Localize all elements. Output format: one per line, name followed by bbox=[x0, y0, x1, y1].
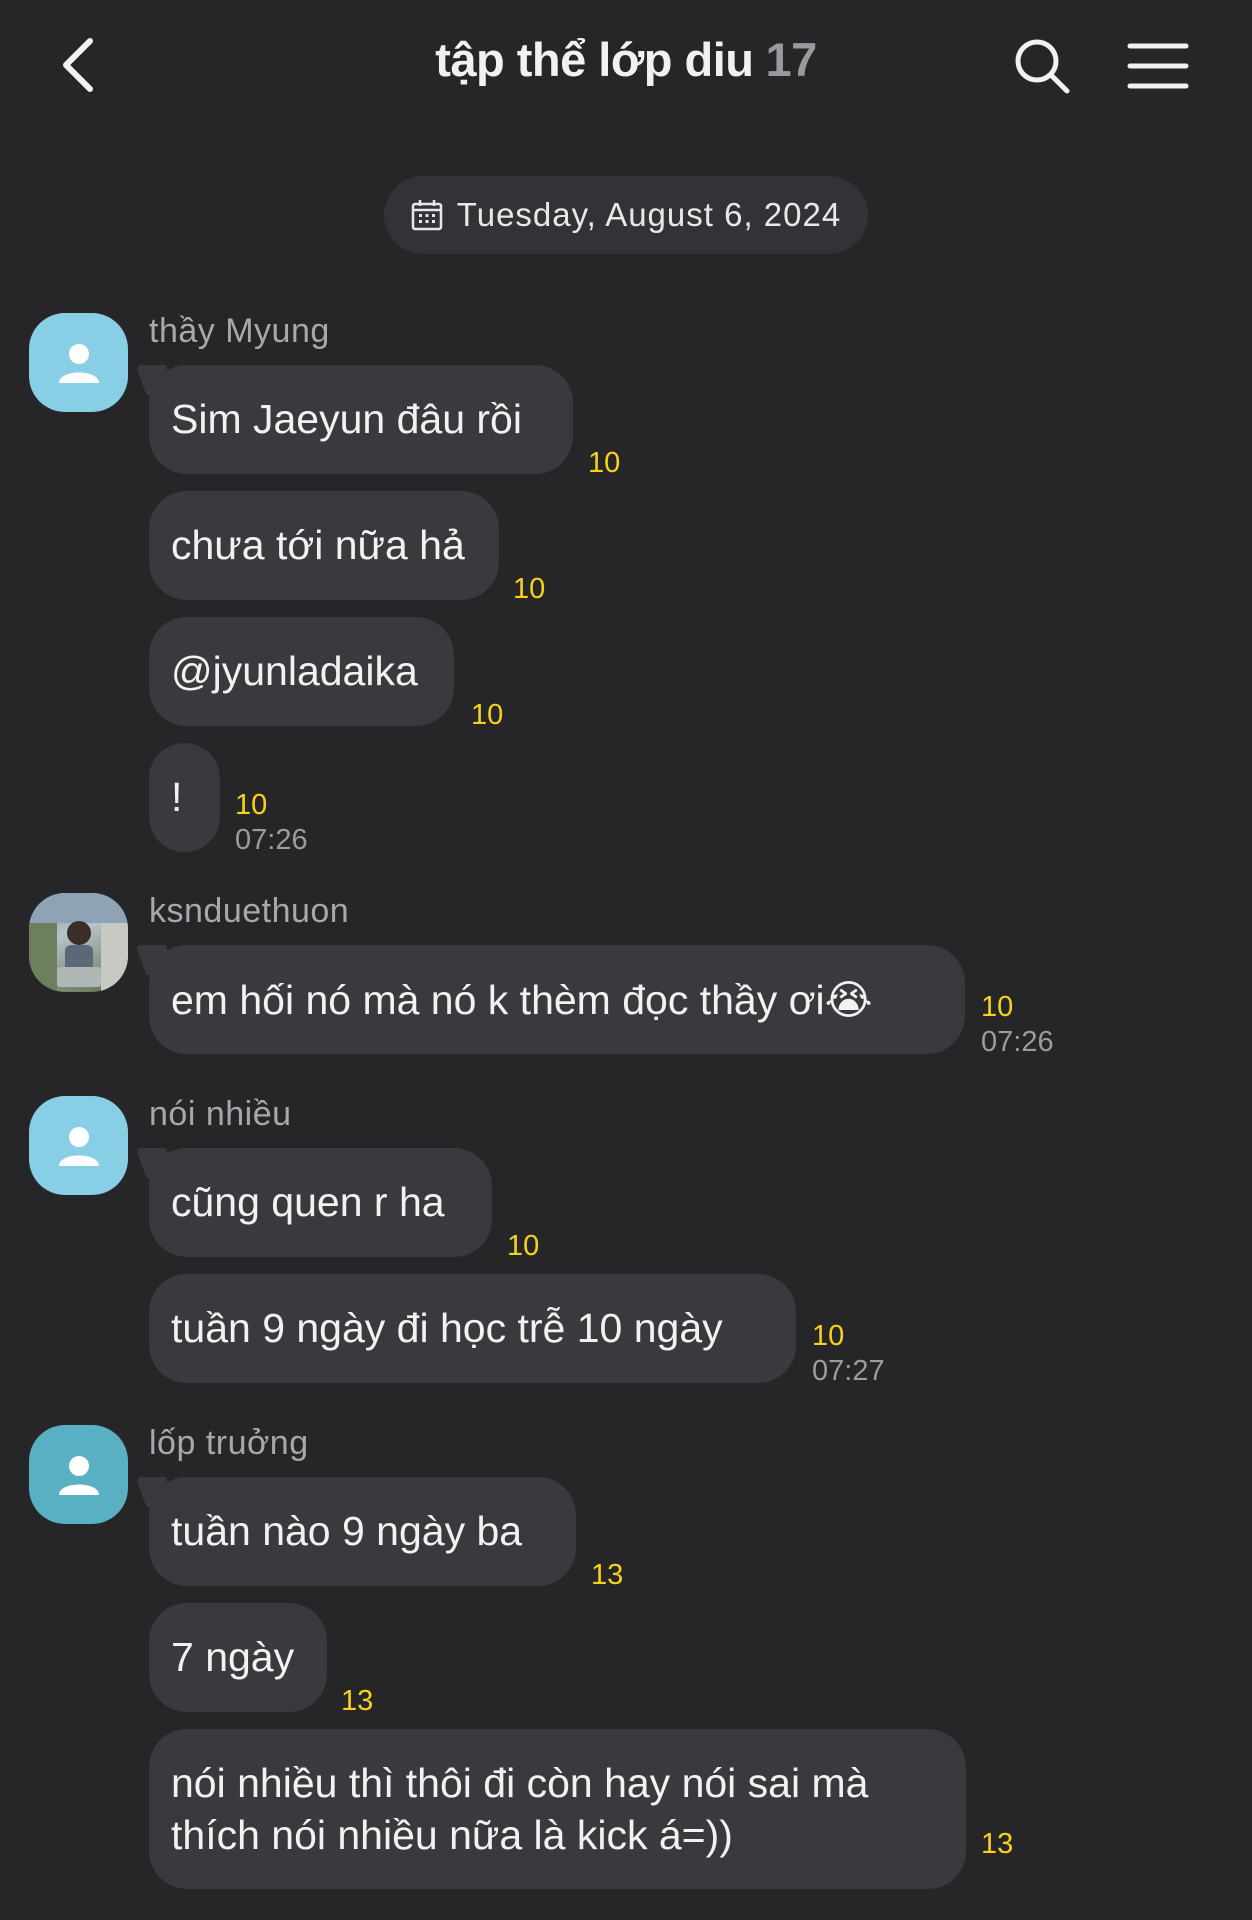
member-count: 17 bbox=[765, 33, 818, 86]
unread-count: 10 bbox=[981, 991, 1014, 1023]
default-user-icon bbox=[58, 343, 99, 383]
message-text: tuần nào 9 ngày ba bbox=[171, 1508, 523, 1554]
sender-name: nói nhiều bbox=[149, 1095, 292, 1133]
menu-button[interactable] bbox=[1120, 30, 1196, 102]
message-meta: 10 07:26 bbox=[981, 991, 1054, 1059]
unread-count: 10 bbox=[588, 447, 621, 479]
unread-count: 10 bbox=[471, 699, 504, 731]
date-label: Tuesday, August 6, 2024 bbox=[456, 196, 842, 233]
message-time: 07:27 bbox=[812, 1355, 885, 1387]
message-meta: 10 bbox=[513, 573, 545, 606]
default-user-icon bbox=[58, 1126, 99, 1166]
message-text: cũng quen r ha bbox=[171, 1179, 445, 1225]
sender-name: lốp truởng bbox=[149, 1424, 309, 1462]
hamburger-menu-icon bbox=[1127, 43, 1189, 89]
sender-name: ksnduethuon bbox=[149, 892, 350, 930]
message-text: chưa tới nữa hả bbox=[171, 522, 465, 568]
message-bubble[interactable]: cũng quen r ha bbox=[149, 1148, 492, 1257]
unread-count: 10 bbox=[235, 789, 268, 821]
profile-photo-icon bbox=[29, 893, 128, 992]
message-bubble[interactable]: tuần 9 ngày đi học trễ 10 ngày bbox=[149, 1274, 796, 1383]
message-bubble[interactable]: @jyunladaika bbox=[149, 617, 454, 726]
unread-count: 13 bbox=[591, 1559, 624, 1591]
message-bubble[interactable]: ! bbox=[149, 743, 220, 852]
calendar-icon bbox=[411, 199, 443, 231]
sender-name: thầy Myung bbox=[149, 312, 330, 350]
avatar[interactable] bbox=[29, 1096, 128, 1195]
message-time: 07:26 bbox=[981, 1026, 1054, 1058]
date-divider: Tuesday, August 6, 2024 bbox=[384, 176, 868, 254]
message-meta: 10 07:27 bbox=[812, 1320, 885, 1388]
group-name: tập thể lớp diu bbox=[435, 33, 754, 86]
unread-count: 10 bbox=[812, 1320, 845, 1352]
message-text: ! bbox=[171, 774, 183, 820]
unread-count: 10 bbox=[513, 573, 546, 605]
message-bubble[interactable]: 7 ngày bbox=[149, 1603, 327, 1712]
message-time: 07:26 bbox=[235, 824, 308, 856]
avatar[interactable] bbox=[29, 313, 128, 412]
default-user-icon bbox=[58, 1455, 99, 1495]
message-bubble[interactable]: nói nhiều thì thôi đi còn hay nói sai mà… bbox=[149, 1729, 966, 1889]
message-meta: 13 bbox=[341, 1685, 373, 1718]
unread-count: 13 bbox=[981, 1828, 1014, 1860]
message-bubble[interactable]: tuần nào 9 ngày ba bbox=[149, 1477, 576, 1586]
search-icon bbox=[1015, 39, 1070, 94]
message-text: tuần 9 ngày đi học trễ 10 ngày bbox=[171, 1305, 723, 1351]
message-meta: 10 bbox=[588, 447, 620, 480]
avatar[interactable] bbox=[29, 1425, 128, 1524]
message-meta: 10 bbox=[507, 1230, 539, 1263]
message-meta: 13 bbox=[591, 1559, 623, 1592]
search-button[interactable] bbox=[1006, 30, 1078, 102]
message-text: em hối nó mà nó k thèm đọc thầy ơi😭 bbox=[171, 976, 873, 1023]
message-bubble[interactable]: chưa tới nữa hả bbox=[149, 491, 499, 600]
message-text: @jyunladaika bbox=[171, 648, 418, 694]
message-text: nói nhiều thì thôi đi còn hay nói sai mà… bbox=[171, 1760, 869, 1858]
unread-count: 10 bbox=[507, 1230, 540, 1262]
unread-count: 13 bbox=[341, 1685, 374, 1717]
message-meta: 13 bbox=[981, 1828, 1013, 1861]
message-text: 7 ngày bbox=[171, 1634, 295, 1680]
message-text: Sim Jaeyun đâu rồi bbox=[171, 396, 522, 442]
message-meta: 10 07:26 bbox=[235, 789, 308, 857]
chat-header: tập thể lớp diu 17 bbox=[0, 0, 1252, 130]
avatar[interactable] bbox=[29, 893, 128, 992]
message-bubble[interactable]: em hối nó mà nó k thèm đọc thầy ơi😭 bbox=[149, 945, 965, 1054]
message-meta: 10 bbox=[471, 699, 503, 732]
message-bubble[interactable]: Sim Jaeyun đâu rồi bbox=[149, 365, 573, 474]
